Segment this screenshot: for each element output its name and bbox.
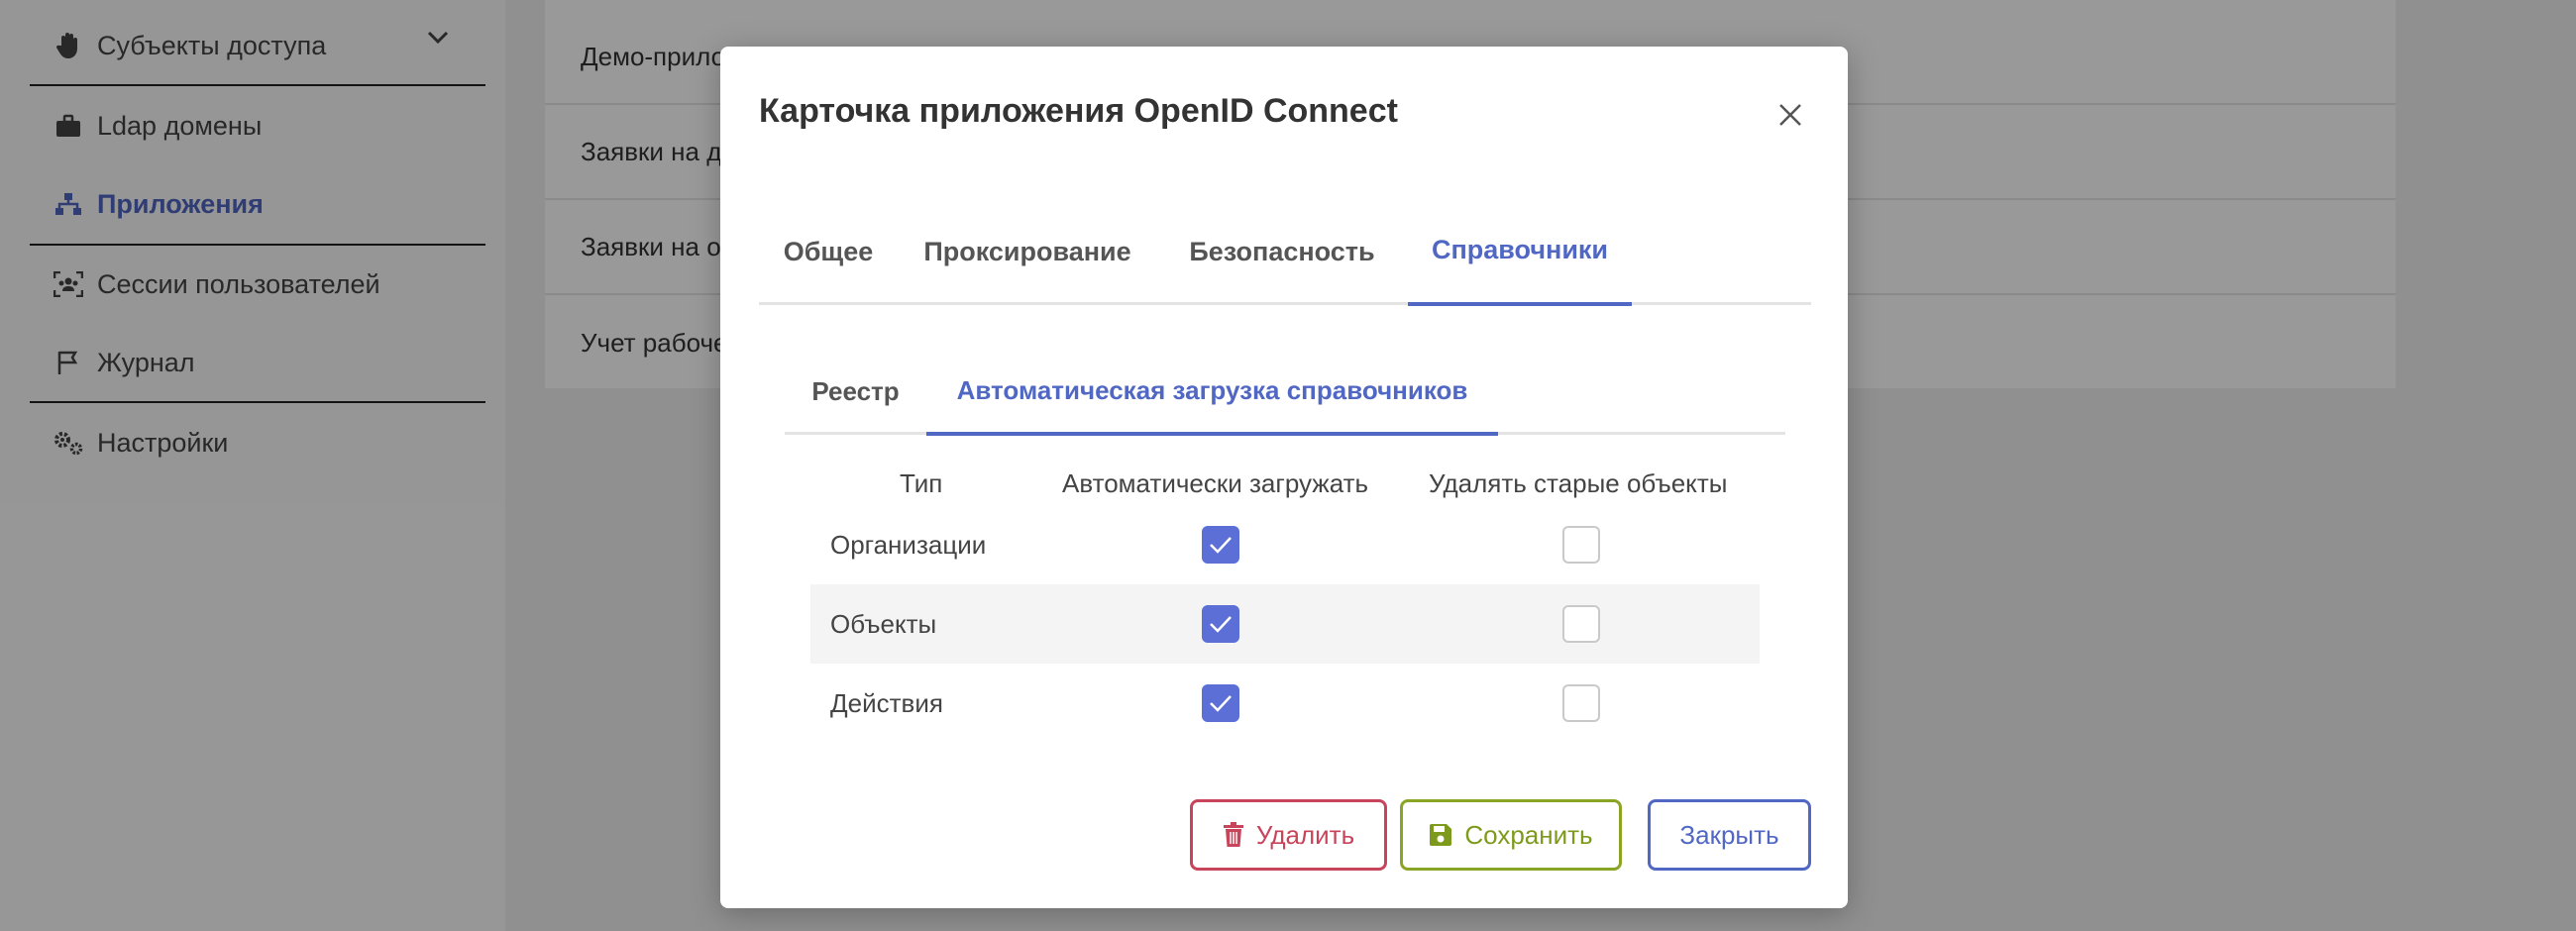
row-type: Организации [830,529,987,560]
trash-icon [1223,822,1244,848]
close-icon[interactable] [1769,93,1812,137]
dialog-title: Карточка приложения OpenID Connect [759,92,1398,130]
dialog-tabs: Общее Проксирование Безопасность Справоч… [759,198,1811,306]
subtab-auto-load[interactable]: Автоматическая загрузка справочников [926,349,1498,436]
tab-proxying[interactable]: Проксирование [898,198,1157,305]
table-row: Объекты [810,584,1760,664]
tab-directories[interactable]: Справочники [1408,198,1632,306]
close-button[interactable]: Закрыть [1648,799,1811,871]
delete-old-checkbox[interactable] [1562,526,1600,564]
table-row: Действия [810,664,1760,743]
row-type: Действия [830,687,943,718]
floppy-disk-icon [1429,823,1452,847]
table-row: Организации [810,505,1760,584]
save-button-label: Сохранить [1464,819,1593,850]
tab-general[interactable]: Общее [759,198,898,305]
delete-old-checkbox[interactable] [1562,605,1600,643]
row-type: Объекты [830,608,937,639]
auto-load-checkbox[interactable] [1202,605,1239,643]
auto-load-checkbox[interactable] [1202,526,1239,564]
column-header-auto-load: Автоматически загружать [1062,468,1369,498]
subtab-registry[interactable]: Реестр [785,349,926,435]
tab-security[interactable]: Безопасность [1157,198,1407,305]
auto-load-checkbox[interactable] [1202,684,1239,722]
column-header-delete-old: Удалять старые объекты [1429,468,1728,498]
application-card-dialog: Карточка приложения OpenID Connect Общее… [720,47,1848,908]
delete-button-label: Удалить [1255,819,1355,850]
delete-button[interactable]: Удалить [1190,799,1387,871]
directory-subtabs: Реестр Автоматическая загрузка справочни… [785,349,1785,436]
delete-old-checkbox[interactable] [1562,684,1600,722]
save-button[interactable]: Сохранить [1400,799,1622,871]
column-header-type: Тип [900,468,943,498]
